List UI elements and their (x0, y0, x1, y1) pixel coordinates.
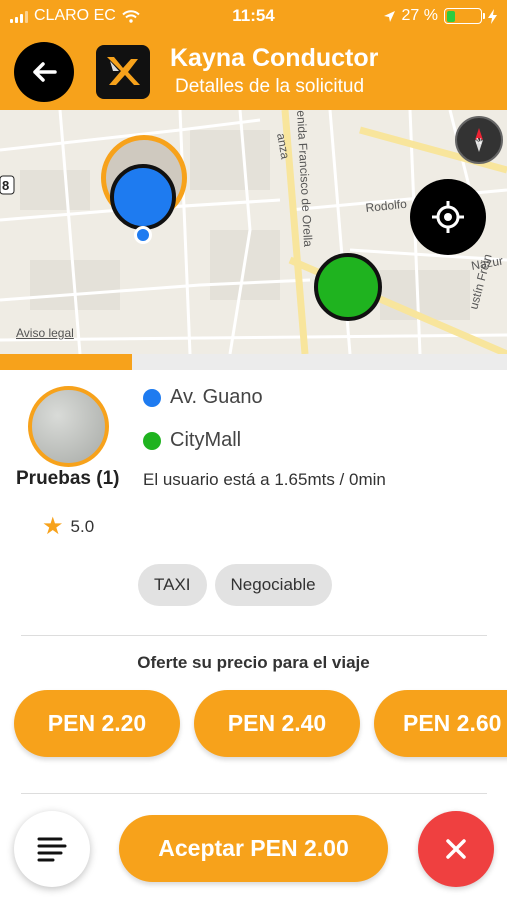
destination-dot-icon (143, 431, 161, 450)
charging-icon (488, 8, 497, 24)
battery-fill (446, 10, 456, 22)
origin-dot-icon (143, 388, 161, 407)
divider-bottom (21, 793, 487, 794)
current-location-dot (134, 226, 152, 244)
price-option-button[interactable]: PEN 2.60 (374, 690, 507, 757)
tag-service-type: TAXI (138, 564, 207, 606)
status-bar: CLARO EC 11:54 27 % (0, 0, 507, 32)
price-option-button[interactable]: PEN 2.40 (194, 690, 360, 757)
location-arrow-icon (383, 10, 395, 22)
destination-pin[interactable] (314, 253, 382, 321)
compass-button[interactable]: N (455, 116, 503, 164)
origin-row: Av. Guano (143, 386, 263, 409)
offer-title: Oferte su precio para el viaje (137, 653, 370, 672)
app-logo (96, 45, 150, 99)
request-timer-fill (0, 354, 132, 370)
road-badge: 8 (2, 178, 9, 193)
kayna-logo-icon (107, 57, 140, 85)
street-label-2: Rodolfo (365, 197, 408, 215)
passenger-avatar (28, 386, 109, 467)
arrow-left-icon (33, 62, 57, 82)
price-options: PEN 2.20 PEN 2.40 PEN 2.60 (14, 690, 507, 757)
page-title: Kayna Conductor (170, 44, 379, 72)
tag-negotiable: Negociable (214, 564, 332, 606)
destination-address: CityMall (170, 429, 242, 451)
page-subtitle: Detalles de la solicitud (175, 76, 365, 97)
status-right: 27 % (383, 7, 497, 25)
origin-address: Av. Guano (170, 386, 263, 408)
app-header: CLARO EC 11:54 27 % Kayna Conductor Deta… (0, 0, 507, 110)
battery-percent: 27 % (401, 7, 438, 24)
menu-lines-icon (37, 837, 67, 862)
price-option-button[interactable]: PEN 2.20 (14, 690, 180, 757)
compass-icon: N (475, 128, 483, 152)
svg-text:N: N (476, 137, 482, 146)
divider-top (21, 635, 487, 636)
locate-button[interactable] (410, 179, 486, 255)
legal-link[interactable]: Aviso legal (16, 326, 74, 340)
cancel-button[interactable] (418, 811, 494, 887)
service-tags: TAXI Negociable (138, 564, 332, 606)
distance-info: El usuario está a 1.65mts / 0min (143, 470, 386, 489)
star-icon: ★ (42, 513, 64, 540)
battery-icon (444, 8, 485, 24)
accept-button[interactable]: Aceptar PEN 2.00 (119, 815, 388, 882)
destination-row: CityMall (143, 429, 241, 452)
passenger-name: Pruebas (1) (16, 468, 120, 489)
passenger-rating: ★ 5.0 (42, 513, 95, 540)
origin-pin[interactable] (110, 164, 176, 230)
menu-button[interactable] (14, 811, 90, 887)
request-timer-bar (0, 354, 507, 370)
map-view[interactable]: enida Francisco de Orella Rodolfo Nazur … (0, 110, 507, 354)
rating-value: 5.0 (70, 517, 95, 536)
close-icon (446, 839, 466, 859)
back-button[interactable] (14, 42, 74, 102)
crosshair-icon (432, 201, 464, 233)
